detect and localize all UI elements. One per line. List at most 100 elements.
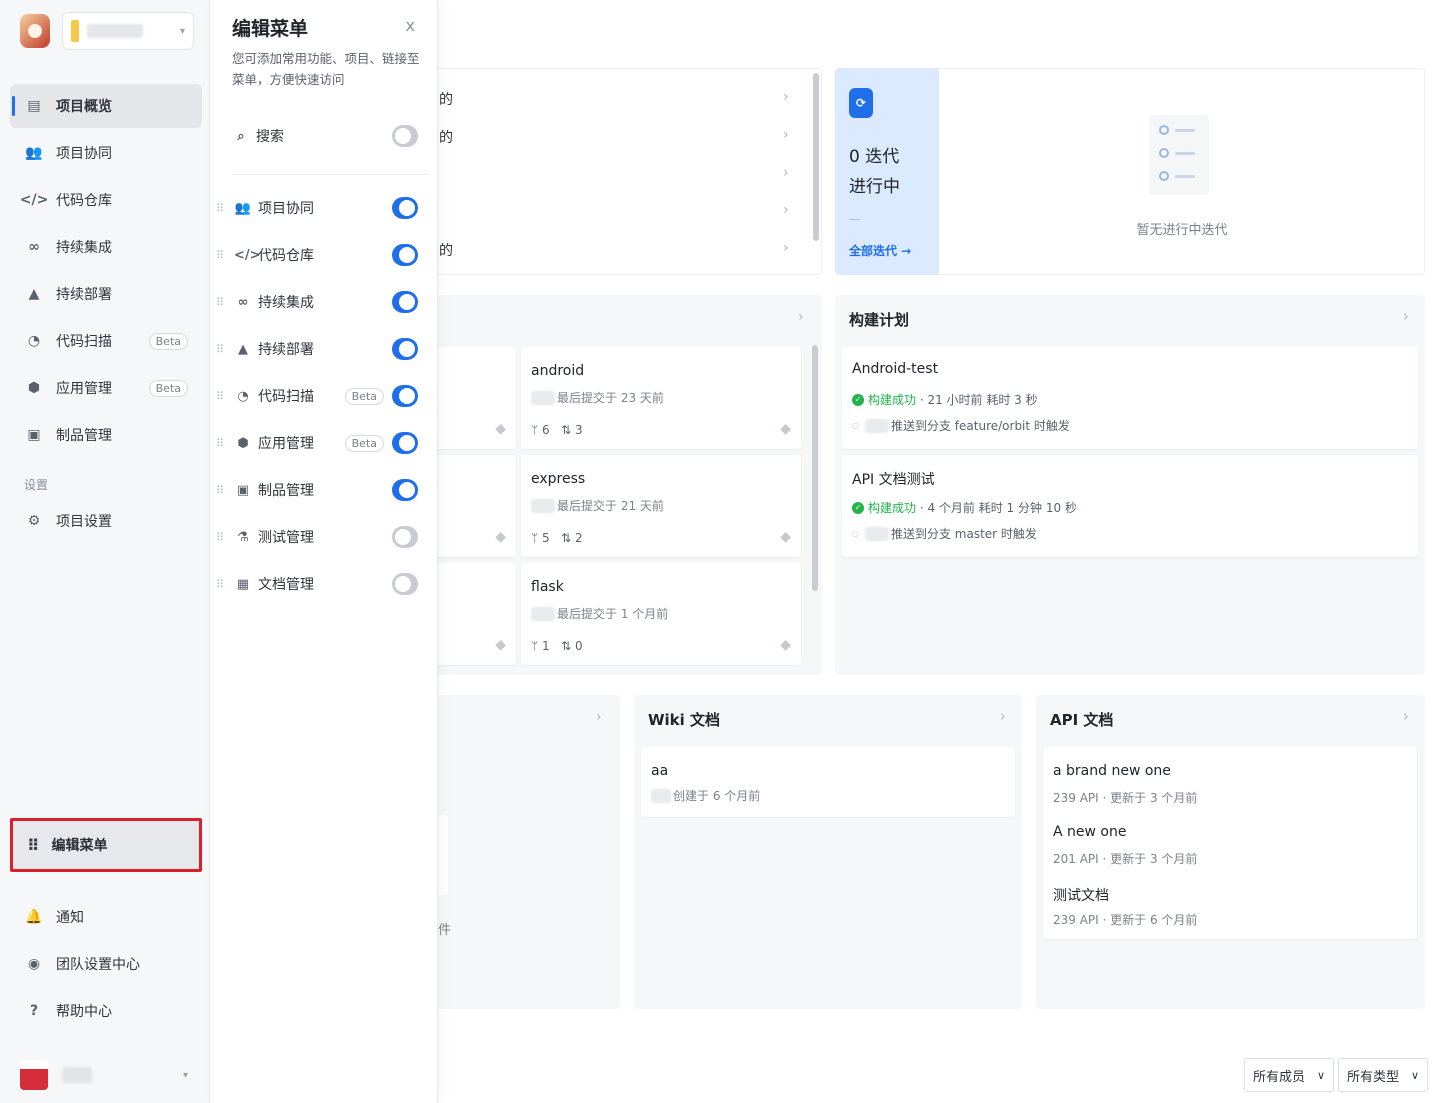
sidebar-item-help[interactable]: ? 帮助中心	[10, 989, 202, 1033]
grid-dots-icon: ⠿	[27, 835, 39, 855]
user-menu[interactable]: ▾	[20, 1058, 200, 1092]
panel-row-search: ⌕ 搜索	[232, 118, 432, 154]
bell-icon: 🔔	[25, 909, 43, 925]
toggle-ci[interactable]	[392, 291, 418, 313]
repo-stats: ᛘ 5 ⇅ 2	[531, 531, 583, 545]
edit-menu-button[interactable]: ⠿ 编辑菜单	[10, 818, 202, 872]
sidebar-item-ci[interactable]: ∞ 持续集成	[10, 225, 202, 269]
cube-icon: ⬢	[237, 435, 249, 451]
chevron-right-icon[interactable]: ›	[1403, 709, 1409, 725]
drag-handle-icon[interactable]: ⠿	[216, 249, 228, 262]
infinity-icon: ∞	[28, 239, 40, 255]
repo-card-express[interactable]: express 最后提交于 21 天前 ᛘ 5 ⇅ 2 ◆	[521, 455, 801, 557]
sidebar-item-cd[interactable]: ▲ 持续部署	[10, 272, 202, 316]
toggle-artifacts[interactable]	[392, 479, 418, 501]
infinity-icon: ∞	[237, 294, 249, 310]
sidebar-item-project-settings[interactable]: ⚙ 项目设置	[10, 499, 202, 543]
member-filter-select[interactable]: 所有成员 ∨	[1244, 1058, 1335, 1092]
help-icon: ?	[29, 1003, 39, 1019]
toggle-repo[interactable]	[392, 244, 418, 266]
api-doc-name[interactable]: 测试文档	[1053, 885, 1109, 905]
toggle-testing[interactable]	[392, 526, 418, 548]
sidebar-item-collab[interactable]: 👥 项目协同	[10, 131, 202, 175]
toggle-cd[interactable]	[392, 338, 418, 360]
sidebar-item-team-settings[interactable]: ◉ 团队设置中心	[10, 942, 202, 986]
api-doc-meta: 239 API · 更新于 3 个月前	[1053, 791, 1198, 805]
wiki-item[interactable]: aa 创建于 6 个月前	[641, 747, 1015, 817]
list-item-fragment: 的	[439, 130, 453, 146]
panel-row-label: 项目协同	[258, 201, 314, 217]
empty-list-illustration	[1149, 115, 1209, 195]
sidebar-item-artifacts[interactable]: ▣ 制品管理	[10, 413, 202, 457]
repo-updated-text: 最后提交于 23 天前	[557, 391, 664, 405]
type-filter-select[interactable]: 所有类型 ∨	[1338, 1058, 1429, 1092]
drag-handle-icon[interactable]: ⠿	[216, 437, 228, 450]
card-title: API 文档	[1050, 711, 1114, 729]
drag-handle-icon[interactable]: ⠿	[216, 296, 228, 309]
repo-diamond-icon: ◆	[780, 421, 791, 437]
drag-handle-icon[interactable]: ⠿	[216, 578, 228, 591]
toggle-apps[interactable]	[392, 432, 418, 454]
toggle-docs[interactable]	[392, 573, 418, 595]
scrollbar[interactable]	[813, 73, 819, 241]
team-logo[interactable]	[20, 14, 50, 48]
chevron-down-icon: ▾	[182, 1069, 188, 1081]
chevron-right-icon[interactable]: ›	[783, 165, 789, 181]
build-trigger: 推送到分支 feature/orbit 时触发	[890, 419, 1070, 433]
sidebar-item-overview[interactable]: ▤ 项目概览	[10, 84, 202, 128]
build-item[interactable]: Android-test ✓ 构建成功 · 21 小时前 耗时 3 秒 ○ 推送到分…	[842, 347, 1418, 449]
sidebar-item-apps[interactable]: ⬢ 应用管理 Beta	[10, 366, 202, 410]
toggle-scan[interactable]	[392, 385, 418, 407]
sidebar-item-repo[interactable]: </> 代码仓库	[10, 178, 202, 222]
repo-card-android[interactable]: android 最后提交于 23 天前 ᛘ 6 ⇅ 3 ◆	[521, 347, 801, 449]
card-title: Wiki 文档	[648, 711, 721, 729]
sidebar-item-label: 代码扫描	[56, 334, 112, 350]
illustration-dot	[1159, 171, 1169, 181]
wiki-meta: 创建于 6 个月前	[651, 787, 760, 804]
beta-badge: Beta	[148, 379, 188, 397]
merge-request-icon: ⇅	[561, 423, 572, 437]
panel-row-label: 制品管理	[258, 483, 314, 499]
gear-icon: ⚙	[27, 513, 41, 529]
toggle-search[interactable]	[392, 125, 418, 147]
chevron-right-icon[interactable]: ›	[1403, 309, 1409, 325]
drag-handle-icon[interactable]: ⠿	[216, 202, 228, 215]
panel-row-label: 搜索	[256, 129, 284, 145]
panel-row-label: 持续部署	[258, 342, 314, 358]
repo-diamond-icon: ◆	[780, 637, 791, 653]
repo-diamond-icon: ◆	[495, 637, 506, 653]
build-trigger-line: ○ 推送到分支 feature/orbit 时触发	[852, 417, 1070, 434]
repo-diamond-icon: ◆	[495, 421, 506, 437]
build-trigger-line: ○ 推送到分支 master 时触发	[852, 525, 1037, 542]
chevron-right-icon[interactable]: ›	[783, 240, 789, 256]
close-icon[interactable]: x	[406, 16, 415, 35]
build-meta: · 4 个月前 耗时 1 分钟 10 秒	[919, 501, 1077, 515]
panel-row-label: 代码扫描	[258, 389, 314, 405]
chevron-right-icon[interactable]: ›	[798, 309, 804, 325]
chevron-right-icon[interactable]: ›	[783, 202, 789, 218]
chevron-right-icon[interactable]: ›	[1000, 709, 1006, 725]
sidebar-item-scan[interactable]: ◔ 代码扫描 Beta	[10, 319, 202, 363]
box-icon: ▣	[236, 482, 250, 498]
panel-row-scan: ⠿ ◔ 代码扫描 Beta	[216, 378, 432, 414]
branch-icon: ᛘ	[531, 639, 539, 653]
build-meta: · 21 小时前 耗时 3 秒	[919, 393, 1038, 407]
drag-handle-icon[interactable]: ⠿	[216, 343, 228, 356]
repo-card-flask[interactable]: flask 最后提交于 1 个月前 ᛘ 1 ⇅ 0 ◆	[521, 563, 801, 665]
branch-icon: ᛘ	[531, 531, 539, 545]
chevron-right-icon[interactable]: ›	[596, 709, 602, 725]
check-circle-icon: ✓	[852, 501, 864, 514]
team-selector[interactable]: ▾	[62, 12, 194, 50]
scrollbar[interactable]	[812, 345, 818, 591]
all-iterations-link[interactable]: 全部迭代 →	[849, 242, 911, 259]
chevron-right-icon[interactable]: ›	[783, 89, 789, 105]
api-doc-name[interactable]: a brand new one	[1053, 763, 1171, 779]
toggle-collab[interactable]	[392, 197, 418, 219]
api-doc-name[interactable]: A new one	[1053, 824, 1126, 840]
drag-handle-icon[interactable]: ⠿	[216, 531, 228, 544]
build-item[interactable]: API 文档测试 ✓ 构建成功 · 4 个月前 耗时 1 分钟 10 秒 ○ 推送到…	[842, 455, 1418, 557]
chevron-right-icon[interactable]: ›	[783, 127, 789, 143]
drag-handle-icon[interactable]: ⠿	[216, 390, 228, 403]
sidebar-item-notify[interactable]: 🔔 通知	[10, 895, 202, 939]
drag-handle-icon[interactable]: ⠿	[216, 484, 228, 497]
